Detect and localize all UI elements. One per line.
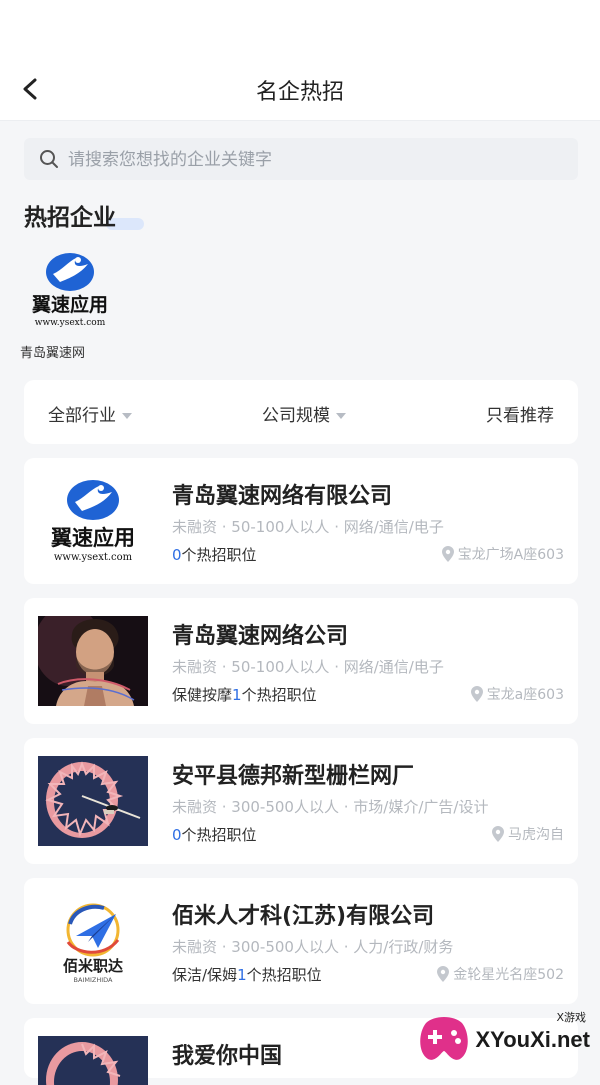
caret-down-icon bbox=[122, 413, 132, 419]
filter-recommend[interactable]: 只看推荐 bbox=[486, 401, 554, 426]
svg-text:BAIMIZHIDA: BAIMIZHIDA bbox=[74, 976, 113, 984]
search-icon bbox=[40, 150, 58, 168]
hot-enterprise-item[interactable]: 翼速应用 www.ysext.com 青岛翼速网 bbox=[20, 248, 120, 361]
company-card[interactable]: 青岛翼速网络公司 未融资 · 50-100人以人 · 网络/通信/电子 保健按摩… bbox=[24, 598, 578, 724]
job-count: 0 bbox=[172, 546, 182, 564]
filter-industry-label: 全部行业 bbox=[48, 406, 116, 426]
filter-recommend-label: 只看推荐 bbox=[486, 406, 554, 426]
search-bar[interactable] bbox=[24, 138, 578, 182]
svg-text:佰米职达: 佰米职达 bbox=[63, 957, 123, 975]
logo-url: www.ysext.com bbox=[35, 318, 106, 328]
filter-scale[interactable]: 公司规模 bbox=[262, 401, 346, 426]
svg-text:www.ysext.com: www.ysext.com bbox=[54, 552, 133, 563]
company-name: 安平县德邦新型栅栏网厂 bbox=[172, 764, 415, 789]
gamepad-icon bbox=[420, 1017, 468, 1060]
logo-title: 翼速应用 bbox=[31, 293, 108, 316]
company-logo bbox=[38, 616, 148, 706]
location-pin-icon bbox=[441, 546, 454, 562]
company-logo: 翼速应用 www.ysext.com bbox=[31, 253, 108, 328]
svg-text:翼速应用: 翼速应用 bbox=[51, 525, 135, 550]
company-meta: 未融资 · 300-500人以人 · 市场/媒介/广告/设计 bbox=[172, 798, 489, 816]
company-logo bbox=[38, 1036, 148, 1085]
filter-scale-label: 公司规模 bbox=[262, 406, 330, 426]
company-meta: 未融资 · 50-100人以人 · 网络/通信/电子 bbox=[172, 658, 444, 676]
watermark: X游戏 XYouXi.net bbox=[420, 1001, 600, 1067]
hot-enterprise-name: 青岛翼速网 bbox=[20, 346, 86, 361]
company-location: 马虎沟自 bbox=[492, 824, 564, 844]
company-name: 佰米人才科(江苏)有限公司 bbox=[172, 904, 435, 929]
filter-industry[interactable]: 全部行业 bbox=[48, 401, 132, 426]
company-meta: 未融资 · 300-500人以人 · 人力/行政/财务 bbox=[172, 938, 454, 956]
company-name: 青岛翼速网络公司 bbox=[172, 624, 349, 649]
hot-jobs: 0个热招职位 bbox=[172, 546, 257, 564]
company-logo: 翼速应用 www.ysext.com bbox=[38, 476, 148, 566]
hot-jobs: 保健按摩1个热招职位 bbox=[172, 686, 317, 704]
company-meta: 未融资 · 50-100人以人 · 网络/通信/电子 bbox=[172, 518, 444, 536]
section-title: 热招企业 bbox=[24, 205, 116, 231]
company-name: 我爱你中国 bbox=[172, 1044, 283, 1069]
company-card[interactable]: 佰米职达 BAIMIZHIDA 佰米人才科(江苏)有限公司 未融资 · 300-… bbox=[24, 878, 578, 1004]
company-location: 宝龙广场A座603 bbox=[441, 544, 564, 564]
company-location: 金轮星光名座502 bbox=[437, 964, 564, 984]
company-card[interactable]: 安平县德邦新型栅栏网厂 未融资 · 300-500人以人 · 市场/媒介/广告/… bbox=[24, 738, 578, 864]
caret-down-icon bbox=[336, 413, 346, 419]
company-logo bbox=[38, 756, 148, 846]
job-count: 1 bbox=[232, 686, 242, 704]
page-title: 名企热招 bbox=[255, 80, 344, 105]
location-pin-icon bbox=[492, 826, 504, 842]
company-name: 青岛翼速网络有限公司 bbox=[172, 484, 393, 509]
search-input[interactable] bbox=[66, 138, 570, 182]
watermark-small: X游戏 bbox=[556, 1011, 586, 1024]
company-location: 宝龙a座603 bbox=[470, 684, 564, 704]
hot-jobs: 保洁/保姆1个热招职位 bbox=[172, 966, 322, 984]
watermark-text: XYouXi.net bbox=[475, 1027, 591, 1052]
job-count: 0 bbox=[172, 826, 182, 844]
location-pin-icon bbox=[437, 966, 450, 982]
hot-jobs: 0个热招职位 bbox=[172, 826, 257, 844]
company-card[interactable]: 翼速应用 www.ysext.com 青岛翼速网络有限公司 未融资 · 50-1… bbox=[24, 458, 578, 584]
company-logo: 佰米职达 BAIMIZHIDA bbox=[38, 896, 148, 986]
filter-bar: 全部行业 公司规模 只看推荐 bbox=[24, 380, 578, 444]
location-pin-icon bbox=[470, 686, 483, 702]
job-count: 1 bbox=[237, 966, 247, 984]
top-bar: 名企热招 bbox=[0, 0, 600, 121]
